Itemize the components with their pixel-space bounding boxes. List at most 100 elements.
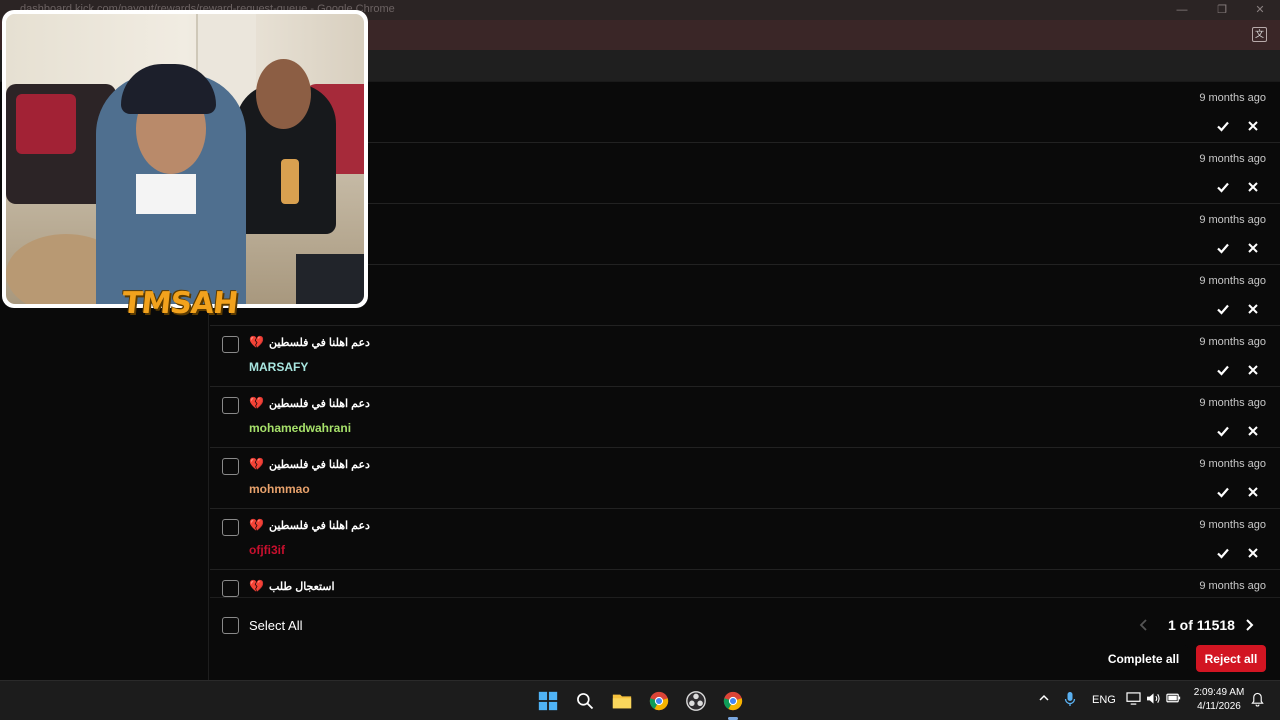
request-time: 9 months ago (1199, 458, 1266, 470)
reward-request-list: 9 months ago 9 months ago 9 months ago 9… (210, 82, 1280, 597)
row-checkbox[interactable] (222, 519, 239, 536)
reject-button[interactable] (1241, 297, 1265, 321)
reward-label: استعجال طلب (268, 580, 335, 593)
reward-title: 💔 استعجال طلب (249, 579, 335, 593)
close-icon (1248, 121, 1258, 131)
chevron-left-icon[interactable] (1135, 616, 1153, 634)
heart-icon: 💔 (249, 518, 264, 532)
reward-title: 💔 دعم اهلنا في فلسطين (249, 396, 370, 410)
list-footer: Select All 1 of 11518 Complete all Rejec… (210, 597, 1280, 680)
clock-time: 2:09:49 AM (1193, 687, 1245, 698)
check-icon (1217, 121, 1229, 132)
close-icon (1248, 548, 1258, 558)
pagination-label: 1 of 11518 (1168, 617, 1235, 633)
display-icon[interactable] (1126, 692, 1141, 708)
approve-button[interactable] (1211, 358, 1235, 382)
chevron-right-icon[interactable] (1240, 616, 1258, 634)
username: MARSAFY (249, 360, 309, 374)
check-icon (1217, 365, 1229, 376)
heart-icon: 💔 (249, 335, 264, 349)
obs-icon[interactable] (684, 689, 708, 713)
approve-button[interactable] (1211, 297, 1235, 321)
approve-button[interactable] (1211, 175, 1235, 199)
request-time: 9 months ago (1199, 275, 1266, 287)
reward-title: 💔 دعم اهلنا في فلسطين (249, 518, 370, 532)
request-time: 9 months ago (1199, 92, 1266, 104)
check-icon (1217, 243, 1229, 254)
request-row: 9 months ago (210, 82, 1280, 143)
windows-taskbar: ENG 2:09:49 AM 4/11/2026 (0, 680, 1280, 720)
reward-label: دعم اهلنا في فلسطين (268, 336, 370, 349)
taskbar-clock[interactable]: 2:09:49 AM 4/11/2026 (1192, 686, 1246, 714)
approve-button[interactable] (1211, 419, 1235, 443)
close-icon (1248, 304, 1258, 314)
battery-icon[interactable] (1166, 692, 1181, 707)
request-row: 9 months ago (210, 265, 1280, 326)
request-row: 💔 استعجال طلب 9 months ago (210, 570, 1280, 597)
minimize-button[interactable]: — (1168, 2, 1196, 18)
reward-label: دعم اهلنا في فلسطين (268, 519, 370, 532)
clock-date: 4/11/2026 (1197, 701, 1241, 712)
close-window-button[interactable]: ✕ (1246, 2, 1274, 18)
chrome-active-icon[interactable] (721, 689, 745, 713)
approve-button[interactable] (1211, 114, 1235, 138)
row-checkbox[interactable] (222, 458, 239, 475)
windows-start-icon[interactable] (536, 689, 560, 713)
heart-icon: 💔 (249, 579, 264, 593)
close-icon (1248, 243, 1258, 253)
reject-button[interactable] (1241, 236, 1265, 260)
notification-bell-icon[interactable] (1251, 692, 1264, 710)
approve-button[interactable] (1211, 541, 1235, 565)
check-icon (1217, 548, 1229, 559)
reject-button[interactable] (1241, 114, 1265, 138)
request-row: 9 months ago (210, 204, 1280, 265)
heart-icon: 💔 (249, 457, 264, 471)
reject-button[interactable] (1241, 480, 1265, 504)
username: mohmmao (249, 482, 310, 496)
close-icon (1248, 182, 1258, 192)
heart-icon: 💔 (249, 396, 264, 410)
check-icon (1217, 182, 1229, 193)
check-icon (1217, 487, 1229, 498)
webcam-feed (6, 14, 364, 304)
reward-title: 💔 دعم اهلنا في فلسطين (249, 335, 370, 349)
file-explorer-icon[interactable] (610, 689, 634, 713)
select-all-label[interactable]: Select All (249, 618, 302, 633)
reject-button[interactable] (1241, 358, 1265, 382)
close-icon (1248, 426, 1258, 436)
row-checkbox[interactable] (222, 397, 239, 414)
check-icon (1217, 304, 1229, 315)
chrome-icon[interactable] (647, 689, 671, 713)
check-icon (1217, 426, 1229, 437)
translate-icon[interactable]: 文 (1252, 27, 1267, 42)
approve-button[interactable] (1211, 480, 1235, 504)
volume-icon[interactable] (1146, 692, 1161, 708)
request-row: 💔 دعم اهلنا في فلسطين MARSAFY 9 months a… (210, 326, 1280, 387)
reject-all-button[interactable]: Reject all (1196, 645, 1266, 672)
row-checkbox[interactable] (222, 580, 239, 597)
maximize-button[interactable]: ❐ (1208, 2, 1236, 18)
select-all-checkbox[interactable] (222, 617, 239, 634)
language-indicator[interactable]: ENG (1092, 694, 1116, 706)
request-time: 9 months ago (1199, 153, 1266, 165)
request-time: 9 months ago (1199, 519, 1266, 531)
complete-all-button[interactable]: Complete all (1099, 645, 1188, 672)
request-time: 9 months ago (1199, 397, 1266, 409)
webcam-overlay (2, 10, 368, 308)
request-row: 💔 دعم اهلنا في فلسطين mohamedwahrani 9 m… (210, 387, 1280, 448)
username: mohamedwahrani (249, 421, 352, 435)
microphone-icon[interactable] (1064, 691, 1076, 710)
username: ofjfi3if (249, 543, 285, 557)
chevron-up-icon[interactable] (1038, 692, 1050, 707)
request-time: 9 months ago (1199, 214, 1266, 226)
reward-label: دعم اهلنا في فلسطين (268, 458, 370, 471)
close-icon (1248, 365, 1258, 375)
reject-button[interactable] (1241, 541, 1265, 565)
reject-button[interactable] (1241, 175, 1265, 199)
approve-button[interactable] (1211, 236, 1235, 260)
row-checkbox[interactable] (222, 336, 239, 353)
request-time: 9 months ago (1199, 580, 1266, 592)
reject-button[interactable] (1241, 419, 1265, 443)
reward-label: دعم اهلنا في فلسطين (268, 397, 370, 410)
search-icon[interactable] (573, 689, 597, 713)
